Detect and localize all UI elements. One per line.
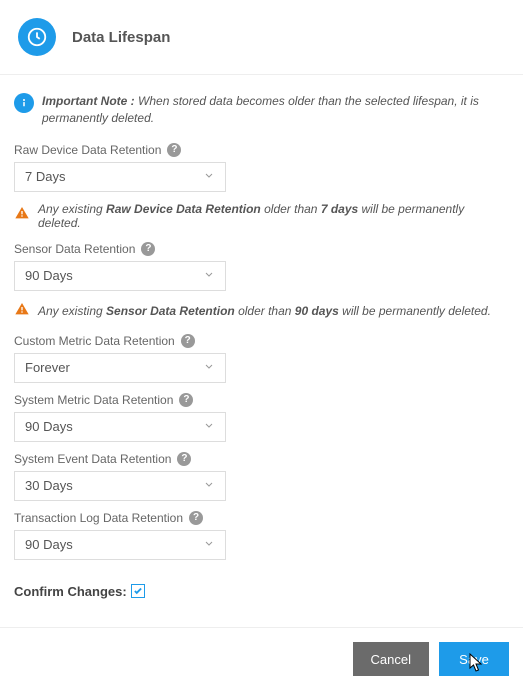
select-txlog[interactable]: 90 Days [14,530,226,560]
info-text: Important Note : When stored data become… [42,93,509,127]
select-raw[interactable]: 7 Days [14,162,226,192]
label-custom: Custom Metric Data Retention [14,334,175,348]
info-note: Important Note : When stored data become… [14,93,509,127]
field-sysmet: System Metric Data Retention ? 90 Days [14,393,509,442]
field-sysevt: System Event Data Retention ? 30 Days [14,452,509,501]
field-raw: Raw Device Data Retention ? 7 Days [14,143,509,192]
select-value: 30 Days [25,478,73,493]
select-sysmet[interactable]: 90 Days [14,412,226,442]
help-icon[interactable]: ? [141,242,155,256]
warning-raw: Any existing Raw Device Data Retention o… [14,202,509,230]
page-title: Data Lifespan [72,29,170,46]
info-label: Important Note : [42,94,135,108]
help-icon[interactable]: ? [189,511,203,525]
select-value: 90 Days [25,419,73,434]
warning-text: Any existing Sensor Data Retention older… [38,304,491,318]
content: Important Note : When stored data become… [0,75,523,599]
footer: Cancel Save [0,627,523,690]
chevron-down-icon [203,169,215,184]
select-value: Forever [25,360,70,375]
warning-icon [14,205,30,226]
confirm-checkbox[interactable] [131,584,145,598]
chevron-down-icon [203,478,215,493]
clock-icon [18,18,56,56]
label-sysevt: System Event Data Retention [14,452,171,466]
warning-icon [14,301,30,322]
label-raw: Raw Device Data Retention [14,143,161,157]
help-icon[interactable]: ? [179,393,193,407]
chevron-down-icon [203,419,215,434]
chevron-down-icon [203,360,215,375]
field-custom: Custom Metric Data Retention ? Forever [14,334,509,383]
chevron-down-icon [203,537,215,552]
select-value: 90 Days [25,537,73,552]
field-txlog: Transaction Log Data Retention ? 90 Days [14,511,509,560]
select-value: 7 Days [25,169,65,184]
label-sysmet: System Metric Data Retention [14,393,173,407]
confirm-row: Confirm Changes: [14,584,509,599]
label-sensor: Sensor Data Retention [14,242,135,256]
save-button[interactable]: Save [439,642,509,676]
chevron-down-icon [203,268,215,283]
label-txlog: Transaction Log Data Retention [14,511,183,525]
warning-text: Any existing Raw Device Data Retention o… [38,202,509,230]
select-custom[interactable]: Forever [14,353,226,383]
select-value: 90 Days [25,268,73,283]
help-icon[interactable]: ? [177,452,191,466]
info-icon [14,93,34,113]
help-icon[interactable]: ? [181,334,195,348]
cancel-button[interactable]: Cancel [353,642,429,676]
field-sensor: Sensor Data Retention ? 90 Days [14,242,509,291]
warning-sensor: Any existing Sensor Data Retention older… [14,301,509,322]
select-sysevt[interactable]: 30 Days [14,471,226,501]
select-sensor[interactable]: 90 Days [14,261,226,291]
help-icon[interactable]: ? [167,143,181,157]
confirm-label: Confirm Changes: [14,584,127,599]
header: Data Lifespan [0,0,523,75]
